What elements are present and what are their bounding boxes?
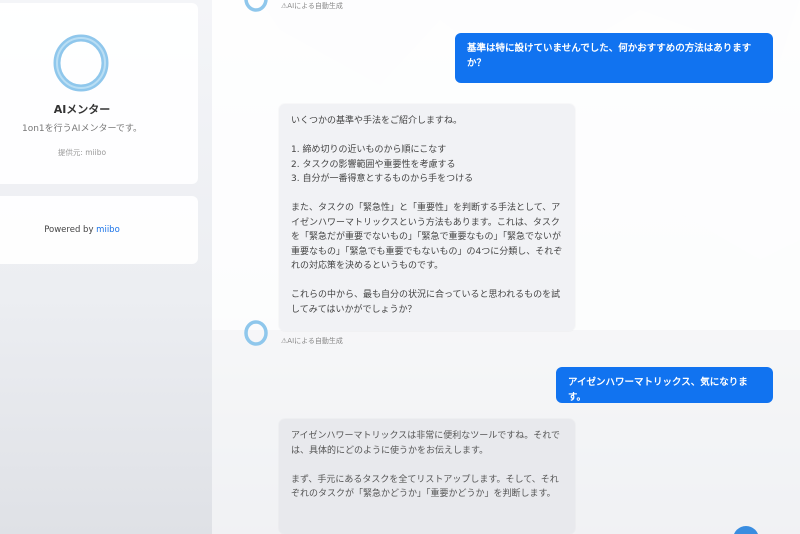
bot-description: 1on1を行うAIメンターです。 — [21, 124, 143, 134]
user-message: 基準は特に設けていませんでした、何かおすすめの方法はありますか？ — [455, 33, 773, 83]
ai-generated-text: ⚠AIによる自動生成 — [281, 2, 343, 10]
profile-card: AIメンター 1on1を行うAIメンターです。 提供元: miibo — [0, 3, 198, 184]
ai-message: いくつかの基準や手法をご紹介しますね。 1. 締め切りの近いものから順にこなす … — [279, 104, 575, 331]
powered-by-prefix: Powered by — [44, 225, 97, 235]
powered-by-text: Powered by miibo — [0, 225, 164, 235]
ai-avatar-icon — [244, 320, 268, 346]
ai-generated-label: ⚠AIによる自動生成 — [281, 1, 343, 11]
powered-by-card: Powered by miibo — [0, 196, 198, 264]
ai-generated-text: ⚠AIによる自動生成 — [281, 337, 343, 345]
miibo-link[interactable]: miibo — [96, 225, 120, 235]
bot-provider: 提供元: miibo — [57, 148, 107, 157]
sidebar: AIメンター 1on1を行うAIメンターです。 提供元: miibo Power… — [0, 0, 212, 534]
ai-generated-label: ⚠AIによる自動生成 — [281, 336, 343, 346]
bot-name: AIメンター — [53, 103, 111, 116]
user-message: アイゼンハワーマトリックス、気になります。 — [556, 367, 773, 403]
ai-avatar-icon — [244, 0, 268, 12]
ai-message: アイゼンハワーマトリックスは非常に便利なツールですね。それでは、具体的にどのよう… — [279, 419, 575, 534]
bot-avatar-icon — [53, 34, 109, 92]
